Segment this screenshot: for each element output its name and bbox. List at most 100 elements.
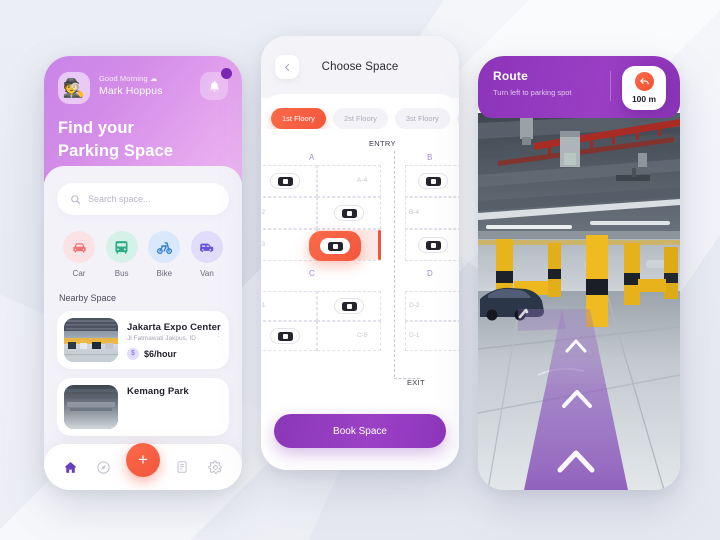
- zone-label-a: A: [309, 153, 315, 162]
- tab-floor-3[interactable]: 3st Floory: [394, 108, 450, 129]
- choose-header: Choose Space: [261, 36, 459, 98]
- tab-bookings[interactable]: [171, 456, 193, 478]
- headline-line-1: Find your: [58, 119, 135, 137]
- price-row: $ $6/hour: [127, 347, 222, 360]
- chevron-left-icon: [283, 63, 292, 72]
- section-title: Nearby Space: [59, 293, 117, 303]
- slot-code-b4: B-4: [409, 209, 420, 216]
- avatar-emoji: 🕵️: [62, 78, 86, 98]
- selected-slot[interactable]: [309, 231, 361, 261]
- route-title: Route: [493, 69, 528, 83]
- zone-label-d: D: [427, 269, 433, 278]
- choose-body: 1st Floory 2st Floory 3st Floory 4st Flo…: [261, 94, 459, 466]
- place-thumbnail: [64, 385, 118, 429]
- category-label: Car: [72, 269, 86, 278]
- car-icon: [418, 173, 448, 189]
- place-name: Jakarta Expo Center: [127, 321, 221, 333]
- place-info: Jakarta Expo Center Jl Fatmawati Jakpus,…: [127, 321, 222, 360]
- car-icon: [334, 205, 364, 221]
- screens-stage: 🕵️ Good Morning ☁ Mark Hoppus Find your …: [0, 0, 720, 540]
- list-item[interactable]: Jakarta Expo Center Jl Fatmawati Jakpus,…: [57, 311, 229, 369]
- slot-b1[interactable]: [405, 165, 459, 197]
- place-name: Kemang Park: [127, 386, 189, 397]
- notification-button[interactable]: [200, 68, 232, 100]
- slot-code-a4: A-4: [357, 177, 368, 184]
- home-body: Search space... Car Bus Bike Van Nearby …: [44, 166, 242, 474]
- phone-choose-space-screen: Choose Space 1st Floory 2st Floory 3st F…: [261, 36, 459, 470]
- category-van[interactable]: Van: [188, 231, 226, 278]
- zone-label-b: B: [427, 153, 433, 162]
- bike-icon: [148, 231, 181, 263]
- slot-c5[interactable]: [317, 321, 381, 351]
- slot-code-d2: D-2: [409, 302, 420, 309]
- greeting-text: Good Morning ☁: [99, 74, 158, 83]
- slot-code-a3: A-3: [261, 241, 266, 248]
- search-input[interactable]: Search space...: [88, 194, 151, 204]
- headline-line-2: Parking Space: [58, 141, 174, 160]
- compass-icon: [96, 460, 111, 475]
- slot-c4[interactable]: [261, 321, 317, 351]
- tab-home[interactable]: [60, 456, 82, 478]
- category-bus[interactable]: Bus: [103, 231, 141, 278]
- tab-explore[interactable]: [93, 456, 115, 478]
- slot-code-a2: A-2: [261, 209, 266, 216]
- place-info: Kemang Park: [127, 385, 222, 397]
- phone-route-screen: Route Turn left to parking spot 100 m: [478, 56, 680, 490]
- slot-a4[interactable]: [317, 165, 381, 197]
- tab-floor-2[interactable]: 2st Floory: [332, 108, 388, 129]
- tab-floor-1[interactable]: 1st Floory: [271, 108, 326, 129]
- car-icon: [418, 237, 448, 253]
- notification-dot: [221, 68, 232, 79]
- greeting-block: Good Morning ☁ Mark Hoppus: [99, 72, 191, 97]
- tab-floor-4[interactable]: 4st Flo: [456, 108, 459, 129]
- category-bike[interactable]: Bike: [145, 231, 183, 278]
- ar-route-path: [518, 308, 628, 490]
- van-icon: [190, 231, 223, 263]
- slot-b3[interactable]: [405, 229, 459, 261]
- page-title: Find your Parking Space: [58, 117, 228, 163]
- search-bar[interactable]: Search space...: [57, 183, 229, 215]
- category-label: Bike: [156, 269, 173, 278]
- list-item[interactable]: Kemang Park: [57, 378, 229, 436]
- slot-c2[interactable]: [317, 291, 381, 321]
- turn-left-arrow-icon: [634, 72, 654, 91]
- home-header-row: 🕵️ Good Morning ☁ Mark Hoppus: [58, 68, 232, 104]
- plus-icon: +: [138, 450, 148, 469]
- phone-home-screen: 🕵️ Good Morning ☁ Mark Hoppus Find your …: [44, 56, 242, 490]
- selected-slot-bar: [378, 230, 381, 260]
- slot-code-c1: C-1: [261, 302, 266, 309]
- exit-label: EXIT: [407, 378, 425, 387]
- place-address: Jl Fatmawati Jakpus, ID: [127, 334, 196, 342]
- category-list: Car Bus Bike Van: [57, 231, 229, 278]
- back-button[interactable]: [275, 55, 299, 79]
- entry-label: ENTRY: [369, 139, 396, 148]
- tab-settings[interactable]: [204, 456, 226, 478]
- category-label: Van: [200, 269, 214, 278]
- car-icon: [334, 298, 364, 314]
- bus-icon: [105, 231, 138, 263]
- place-thumbnail: [64, 318, 118, 362]
- avatar[interactable]: 🕵️: [58, 72, 90, 104]
- add-button[interactable]: +: [125, 443, 160, 477]
- bottom-tab-bar: +: [44, 443, 242, 490]
- slot-a1[interactable]: [261, 165, 317, 197]
- category-label: Bus: [114, 269, 129, 278]
- more-vertical-icon[interactable]: · · ·: [217, 326, 220, 341]
- distance-badge[interactable]: 100 m: [622, 66, 666, 110]
- gear-icon: [208, 459, 223, 475]
- slot-code-c5: C-5: [357, 332, 368, 339]
- divider: [610, 71, 611, 101]
- category-car[interactable]: Car: [60, 231, 98, 278]
- car-icon: [270, 328, 300, 344]
- search-icon: [70, 194, 81, 205]
- distance-text: 100 m: [631, 94, 657, 104]
- route-info: Route Turn left to parking spot: [493, 69, 605, 97]
- slot-c1[interactable]: [261, 291, 317, 321]
- car-icon: [63, 231, 95, 263]
- dollar-icon: $: [127, 347, 139, 360]
- slot-a5[interactable]: [317, 197, 381, 229]
- slot-a2[interactable]: [261, 197, 317, 229]
- zone-label-c: C: [309, 269, 315, 278]
- book-space-button[interactable]: Book Space: [274, 414, 446, 448]
- home-header: 🕵️ Good Morning ☁ Mark Hoppus Find your …: [44, 56, 242, 182]
